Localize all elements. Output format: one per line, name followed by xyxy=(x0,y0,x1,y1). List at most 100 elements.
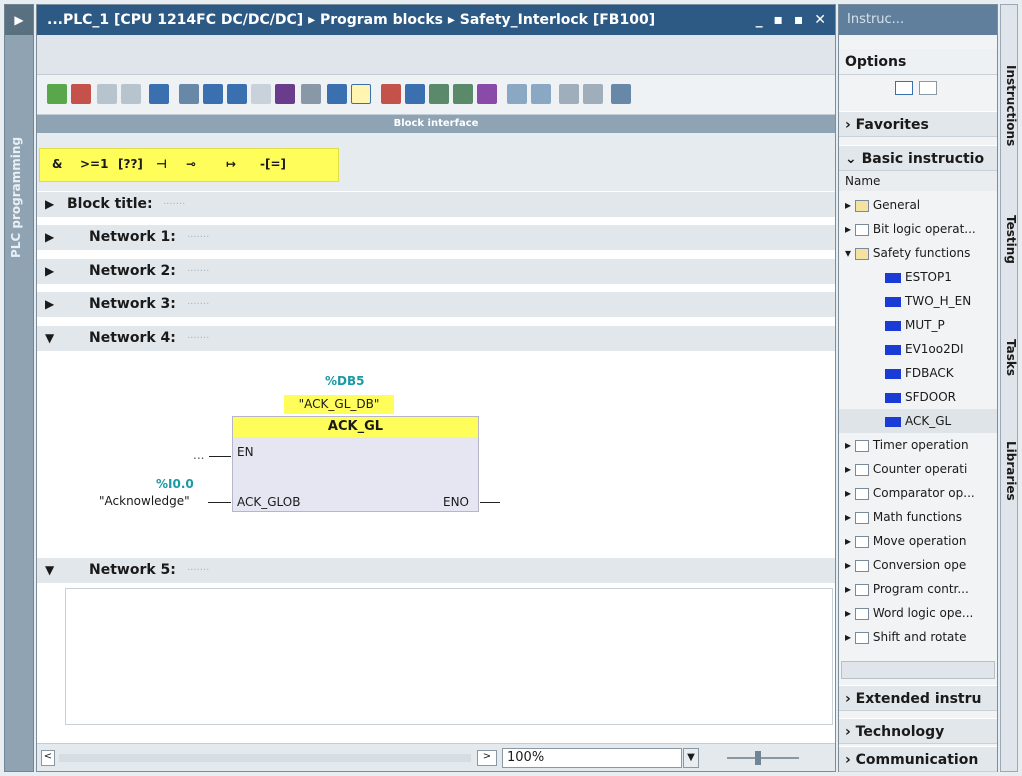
extended-instructions-section[interactable]: › Extended instru xyxy=(839,685,997,711)
tab-instructions[interactable]: Instructions xyxy=(1002,65,1018,146)
view-toggle-icon[interactable] xyxy=(895,81,913,95)
zoom-slider[interactable] xyxy=(727,757,799,759)
tree-item-move[interactable]: ▸ Move operation xyxy=(839,529,997,553)
network-1-row[interactable]: ▶ Network 1: ....... xyxy=(37,224,835,250)
monitor-icon[interactable] xyxy=(405,84,425,104)
scroll-right-icon[interactable]: > xyxy=(477,750,497,766)
tree-item-program-control[interactable]: ▸ Program contr... xyxy=(839,577,997,601)
absolute-operands-icon[interactable] xyxy=(149,84,169,104)
communication-section[interactable]: › Communication xyxy=(839,746,997,772)
favorites-icon[interactable] xyxy=(275,84,295,104)
chevron-down-icon[interactable]: ▼ xyxy=(45,563,54,577)
conversion-icon xyxy=(854,559,869,572)
view-list-icon[interactable] xyxy=(919,81,937,95)
scroll-left-icon[interactable]: < xyxy=(41,750,55,766)
expand-icon[interactable]: ▶ xyxy=(5,5,33,35)
tree-item-sfdoor[interactable]: SFDOOR xyxy=(839,385,997,409)
chevron-down-icon[interactable]: ▼ xyxy=(45,331,54,345)
collapse-all-icon[interactable] xyxy=(203,84,223,104)
input-tag[interactable]: "Acknowledge" xyxy=(99,494,190,508)
tree-item-two-h-en[interactable]: TWO_H_EN xyxy=(839,289,997,313)
nc-contact-button[interactable]: ⊸ xyxy=(186,157,196,171)
editor-titlebar: ...PLC_1 [CPU 1214FC DC/DC/DC] ▸ Program… xyxy=(37,5,835,35)
tree-item-word-logic[interactable]: ▸ Word logic ope... xyxy=(839,601,997,625)
insert-branch-icon[interactable] xyxy=(97,84,117,104)
side-tabs: Instructions Testing Tasks Libraries xyxy=(1000,4,1018,772)
horizontal-scrollbar[interactable] xyxy=(59,754,471,762)
delete-network-icon[interactable] xyxy=(71,84,91,104)
network-5-row[interactable]: ▼ Network 5: ....... xyxy=(37,557,835,583)
tree-item-estop1[interactable]: ESTOP1 xyxy=(839,265,997,289)
compile-icon[interactable] xyxy=(453,84,473,104)
breadcrumb[interactable]: ...PLC_1 [CPU 1214FC DC/DC/DC] ▸ Program… xyxy=(47,12,655,28)
en-pin: EN xyxy=(237,445,254,459)
coil-button[interactable]: -[=] xyxy=(260,157,286,171)
ack-gl-block[interactable]: ACK_GL EN ACK_GLOB ENO xyxy=(232,416,479,512)
network-3-row[interactable]: ▶ Network 3: ....... xyxy=(37,291,835,317)
close-branch-icon[interactable] xyxy=(121,84,141,104)
tree-item-shift-rotate[interactable]: ▸ Shift and rotate xyxy=(839,625,997,649)
eno-pin: ENO xyxy=(443,495,470,509)
options-header: Options xyxy=(839,49,997,75)
block-interface-bar[interactable]: Block interface xyxy=(37,115,835,133)
en-input[interactable]: ... xyxy=(193,448,204,462)
tree-item-safety-functions[interactable]: ▾ Safety functions xyxy=(839,241,997,265)
download-icon[interactable] xyxy=(477,84,497,104)
tree-item-bit-logic[interactable]: ▸ Bit logic operat... xyxy=(839,217,997,241)
chevron-down-icon[interactable]: ▼ xyxy=(683,748,699,768)
call-hierarchy-icon[interactable] xyxy=(559,84,579,104)
or-box-button[interactable]: >=1 xyxy=(80,157,108,171)
tree-item-conversion[interactable]: ▸ Conversion ope xyxy=(839,553,997,577)
instance-db-name[interactable]: "ACK_GL_DB" xyxy=(284,395,394,414)
empty-box-button[interactable]: [??] xyxy=(118,157,143,171)
zoom-slider-thumb[interactable] xyxy=(755,751,761,765)
chevron-right-icon[interactable]: ▶ xyxy=(45,230,54,244)
insert-network-icon[interactable] xyxy=(47,84,67,104)
tree-item-ev1oo2di[interactable]: EV1oo2DI xyxy=(839,337,997,361)
chevron-right-icon[interactable]: ▶ xyxy=(45,197,54,211)
comment-icon[interactable] xyxy=(251,84,271,104)
basic-instructions-section[interactable]: ⌄ Basic instructio xyxy=(839,145,997,171)
go-to-error-icon[interactable] xyxy=(381,84,401,104)
tab-libraries[interactable]: Libraries xyxy=(1002,441,1018,501)
and-box-button[interactable]: & xyxy=(52,157,62,171)
network-5-body[interactable] xyxy=(65,588,833,725)
chevron-right-icon[interactable]: ▶ xyxy=(45,297,54,311)
block-title-row[interactable]: ▶ Block title: ....... xyxy=(37,191,835,217)
branch-button[interactable]: ↦ xyxy=(226,157,236,171)
left-collapsed-panel[interactable]: ▶ PLC programming xyxy=(4,4,34,772)
network-2-row[interactable]: ▶ Network 2: ....... xyxy=(37,258,835,284)
network-4-row[interactable]: ▼ Network 4: ....... xyxy=(37,325,835,351)
technology-section[interactable]: › Technology xyxy=(839,718,997,744)
outdent-icon[interactable] xyxy=(531,84,551,104)
tree-horizontal-scrollbar[interactable] xyxy=(841,661,995,679)
display-options-icon[interactable] xyxy=(301,84,321,104)
tag-information-icon[interactable] xyxy=(227,84,247,104)
block-icon xyxy=(885,344,901,355)
glasses-icon[interactable] xyxy=(583,84,603,104)
tree-item-mut-p[interactable]: MUT_P xyxy=(839,313,997,337)
expand-all-icon[interactable] xyxy=(179,84,199,104)
zoom-select[interactable]: 100% xyxy=(502,748,682,768)
favorites-section[interactable]: › Favorites xyxy=(839,111,997,137)
compare-icon[interactable] xyxy=(429,84,449,104)
tree-item-math[interactable]: ▸ Math functions xyxy=(839,505,997,529)
tree-item-timer[interactable]: ▸ Timer operation xyxy=(839,433,997,457)
tree-item-general[interactable]: ▸ General xyxy=(839,193,997,217)
highlight-icon[interactable] xyxy=(351,84,371,104)
no-contact-button[interactable]: ⊣ xyxy=(156,157,167,171)
tree-item-counter[interactable]: ▸ Counter operati xyxy=(839,457,997,481)
folder-icon xyxy=(854,199,869,212)
tree-item-comparator[interactable]: ▸ Comparator op... xyxy=(839,481,997,505)
tab-testing[interactable]: Testing xyxy=(1002,215,1018,264)
more-tools-icon[interactable] xyxy=(611,84,631,104)
list-icon[interactable] xyxy=(327,84,347,104)
tab-tasks[interactable]: Tasks xyxy=(1002,339,1018,376)
window-controls[interactable]: _ ▪ ▪ ✕ xyxy=(756,5,829,35)
timer-icon xyxy=(854,439,869,452)
tree-item-fdback[interactable]: FDBACK xyxy=(839,361,997,385)
chevron-right-icon[interactable]: ▶ xyxy=(45,264,54,278)
shift-rotate-icon xyxy=(854,631,869,644)
tree-item-ack-gl[interactable]: ACK_GL xyxy=(839,409,997,433)
indent-icon[interactable] xyxy=(507,84,527,104)
